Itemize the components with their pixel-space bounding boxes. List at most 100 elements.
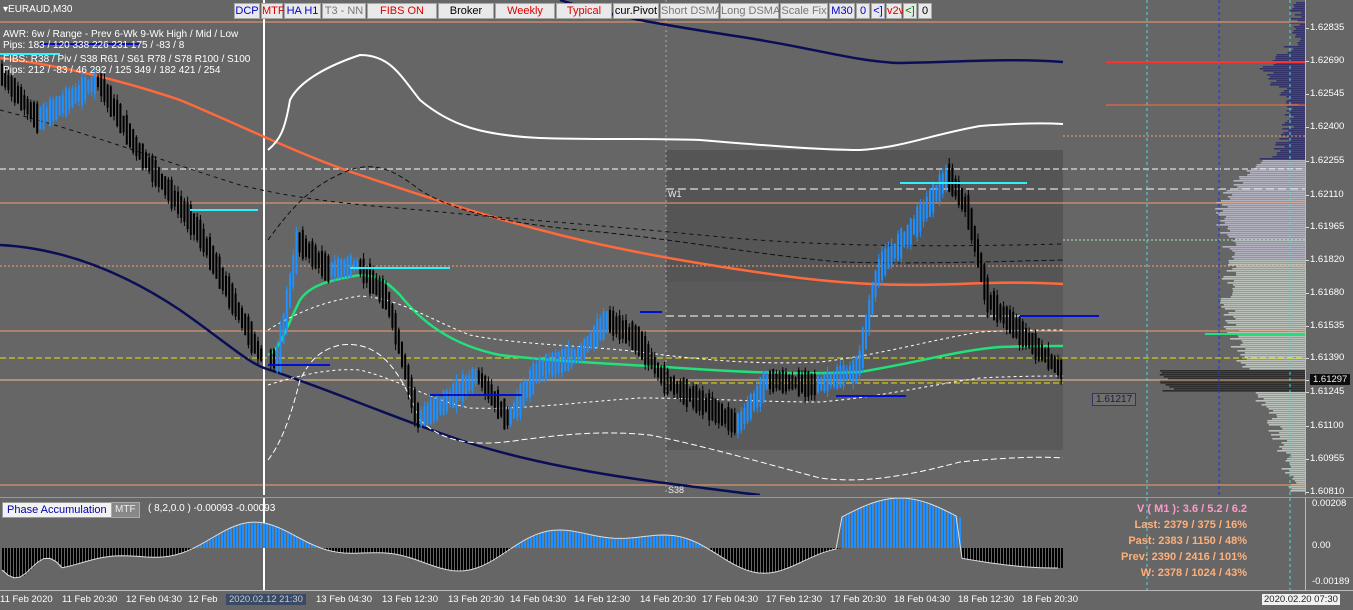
histogram-bar xyxy=(743,548,745,569)
indicator-mtf-button[interactable]: MTF xyxy=(111,502,140,518)
toolbar-button-13[interactable]: 0 xyxy=(856,3,870,19)
price-tick: 1.60955 xyxy=(1310,453,1344,464)
candle-body xyxy=(68,89,70,109)
candle-body xyxy=(830,375,832,386)
histogram-bar xyxy=(677,536,679,548)
histogram-bar xyxy=(1058,548,1060,568)
candle-body xyxy=(71,88,73,107)
volume-profile-bar xyxy=(1232,294,1305,296)
volume-profile-bar xyxy=(1256,400,1305,402)
volume-profile-bar xyxy=(1231,346,1305,348)
candle-body xyxy=(1060,360,1062,379)
volume-profile-bar xyxy=(1164,376,1305,378)
volume-profile-bar xyxy=(1281,134,1305,136)
volume-profile-bar xyxy=(1274,148,1305,150)
candle-body xyxy=(513,402,515,418)
volume-profile-bar xyxy=(1228,312,1305,314)
histogram-bar xyxy=(518,544,520,548)
histogram-bar xyxy=(575,532,577,548)
candle-body xyxy=(903,232,905,247)
candle-body xyxy=(519,385,521,416)
candle-body xyxy=(65,88,67,116)
candle-body xyxy=(500,402,502,417)
indicator-scale[interactable]: 0.002080.00-0.00189 xyxy=(1305,497,1353,591)
toolbar-button-12[interactable]: M30 xyxy=(829,3,855,19)
histogram-bar xyxy=(803,548,805,561)
candle-body xyxy=(823,374,825,391)
histogram-bar xyxy=(554,530,556,548)
indicator-name[interactable]: Phase Accumulation xyxy=(2,502,112,518)
volume-profile-bar xyxy=(1284,46,1305,48)
histogram-bar xyxy=(260,522,262,548)
time-label: 18 Feb 12:30 xyxy=(958,594,1014,605)
toolbar-button-2[interactable]: HA H1 xyxy=(284,3,321,19)
histogram-bar xyxy=(413,548,415,559)
volume-profile-bar xyxy=(1276,80,1305,82)
candle-body xyxy=(459,383,461,399)
candle-body xyxy=(391,304,393,327)
toolbar-button-14[interactable]: <] xyxy=(871,3,885,19)
toolbar-button-6[interactable]: Weekly xyxy=(495,3,555,19)
toolbar-button-8[interactable]: cur.Pivot xyxy=(613,3,659,19)
stat-line: V ( M1 ): 3.6 / 5.2 / 6.2 xyxy=(1121,501,1247,517)
toolbar-button-11[interactable]: Scale Fix xyxy=(780,3,828,19)
volume-profile-bar xyxy=(1237,350,1305,352)
volume-profile-bar xyxy=(1237,186,1305,188)
main-chart[interactable]: ▾EURAUD,M30 DCPMTFHA H1T3 - NNFIBS ONBro… xyxy=(0,0,1305,495)
toolbar-button-4[interactable]: FIBS ON xyxy=(367,3,437,19)
candle-body xyxy=(871,286,873,314)
toolbar-button-15[interactable]: v2v xyxy=(886,3,902,19)
toolbar-button-17[interactable]: 0 xyxy=(918,3,932,19)
histogram-bar xyxy=(1019,548,1021,566)
candle-body xyxy=(411,378,413,408)
candle-body xyxy=(545,354,547,381)
time-axis[interactable]: 11 Feb 202011 Feb 20:3012 Feb 04:3012 Fe… xyxy=(0,590,1353,610)
histogram-bar xyxy=(362,548,364,553)
toolbar-button-5[interactable]: Broker xyxy=(438,3,494,19)
histogram-bar xyxy=(218,534,220,548)
toolbar-button-10[interactable]: Long DSMA xyxy=(720,3,779,19)
candle-body xyxy=(375,277,377,296)
toolbar-button-7[interactable]: Typical xyxy=(556,3,612,19)
histogram-bar xyxy=(725,548,727,559)
volume-profile-bar xyxy=(1229,260,1305,262)
candle-body xyxy=(318,253,320,268)
toolbar-button-16[interactable]: <] xyxy=(903,3,917,19)
candle-body xyxy=(225,276,227,296)
histogram-bar xyxy=(287,532,289,548)
volume-profile-bar xyxy=(1282,468,1305,470)
candle-body xyxy=(212,246,214,273)
histogram-bar xyxy=(80,548,82,563)
histogram-bar xyxy=(563,530,565,548)
volume-profile-bar xyxy=(1236,244,1305,246)
candle-body xyxy=(702,391,704,415)
candle-body xyxy=(126,115,128,144)
toolbar-button-9[interactable]: Short DSMA xyxy=(660,3,719,19)
candle-body xyxy=(849,366,851,381)
toolbar-button-3[interactable]: T3 - NN xyxy=(322,3,366,19)
volume-profile-bar xyxy=(1166,384,1305,386)
candle-body xyxy=(983,264,985,299)
volume-profile-bar xyxy=(1269,430,1305,432)
volume-profile-bar xyxy=(1281,442,1305,444)
histogram-bar xyxy=(158,548,160,557)
candle-body xyxy=(583,338,585,357)
volume-profile-bar xyxy=(1234,280,1305,282)
volume-profile-bar xyxy=(1293,48,1305,50)
volume-profile-bar xyxy=(1267,420,1305,422)
time-label: 17 Feb 12:30 xyxy=(766,594,822,605)
volume-profile-bar xyxy=(1228,264,1305,266)
volume-profile-bar xyxy=(1235,286,1305,288)
volume-profile-bar xyxy=(1262,404,1305,406)
histogram-bar xyxy=(758,548,760,573)
histogram-bar xyxy=(263,523,265,548)
histogram-bar xyxy=(653,536,655,548)
time-label: 12 Feb xyxy=(188,594,218,605)
stat-line: Past: 2383 / 1150 / 48% xyxy=(1121,533,1247,549)
toolbar-button-0[interactable]: DCP xyxy=(234,3,260,19)
histogram-bar xyxy=(986,548,988,562)
histogram-bar xyxy=(686,538,688,548)
price-scale[interactable]: 1.628351.626901.625451.624001.622551.621… xyxy=(1305,0,1353,495)
toolbar-button-1[interactable]: MTF xyxy=(261,3,283,19)
histogram-bar xyxy=(281,529,283,548)
